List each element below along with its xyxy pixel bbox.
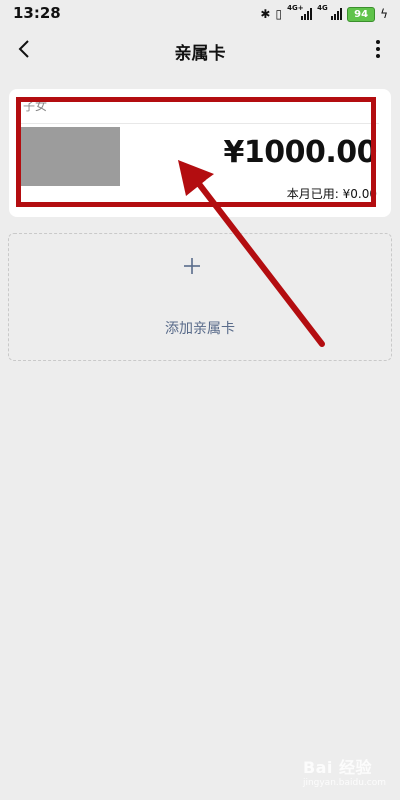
watermark-brand: Bai 经验 (302, 758, 372, 777)
card-amount: ¥1000.00 (223, 135, 377, 170)
nav-bar: 亲属卡 (0, 28, 400, 72)
bluetooth-icon: ✱ (260, 7, 271, 21)
add-card-label: 添加亲属卡 (165, 321, 235, 337)
plus-icon (184, 258, 200, 274)
battery-icon: 94 (347, 6, 376, 22)
more-options-icon[interactable] (374, 38, 382, 60)
status-time: 13:28 (13, 4, 61, 22)
vibrate-icon: ▯ (275, 7, 283, 21)
network-type-label-2: 4G (317, 4, 328, 12)
card-divider (21, 123, 379, 124)
page-title: 亲属卡 (174, 44, 226, 64)
network-type-label: 4G+ (287, 4, 304, 12)
signal-icon: 4G+ (287, 4, 313, 20)
avatar (19, 127, 120, 186)
card-monthly-used: 本月已用: ¥0.00 (286, 187, 377, 201)
charging-icon: ϟ (380, 7, 388, 21)
card-relation-label: 子女 (23, 99, 48, 113)
family-card[interactable]: 子女 ¥1000.00 本月已用: ¥0.00 (9, 89, 391, 217)
signal-icon-2: 4G (317, 4, 343, 20)
status-icons: ✱ ▯ 4G+ 4G 94 ϟ (260, 4, 388, 23)
watermark-url: jingyan.baidu.com (302, 778, 386, 788)
watermark: Bai 经验 jingyan.baidu.com (303, 754, 386, 788)
add-family-card-button[interactable] (8, 233, 392, 361)
status-bar: 13:28 ✱ ▯ 4G+ 4G 94 ϟ (0, 0, 400, 28)
